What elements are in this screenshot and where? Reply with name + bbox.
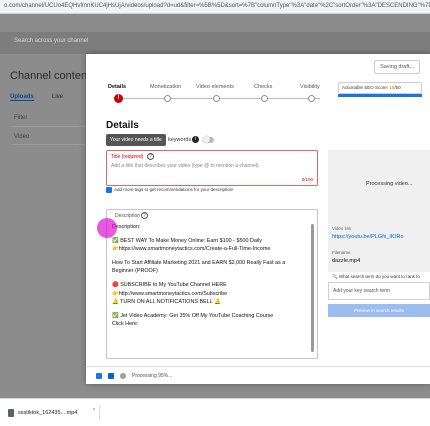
keyword-search-label-text: What search term do you want to rank fo bbox=[338, 274, 420, 279]
description-label: Description bbox=[115, 213, 141, 219]
channel-content-title: Channel content bbox=[10, 70, 91, 82]
tab-uploads[interactable]: Uploads bbox=[10, 94, 34, 101]
seo-max: /50 bbox=[394, 85, 401, 90]
file-icon bbox=[8, 409, 14, 417]
processing-status: Processing 95%... bbox=[132, 373, 173, 379]
description-scrollbar[interactable] bbox=[311, 224, 314, 352]
video-column-header: Video bbox=[14, 134, 30, 140]
upload-icon bbox=[96, 373, 102, 379]
checks-icon bbox=[120, 373, 126, 379]
seo-score-badge[interactable]: Actionable SEO Score: 10/50 bbox=[338, 82, 422, 94]
help-icon[interactable]: ? bbox=[147, 153, 154, 160]
title-char-count: 0/100 bbox=[301, 177, 313, 182]
step-dot-icon bbox=[261, 95, 268, 102]
video-link[interactable]: https://youtu.be/PLGfx_lIORo bbox=[332, 234, 404, 240]
cursor-highlight bbox=[97, 218, 117, 238]
info-icon[interactable]: i bbox=[192, 136, 199, 143]
description-line: ✅ BEST WAY To Make Money Online: Earn $1… bbox=[112, 238, 271, 253]
error-icon: ! bbox=[114, 94, 123, 103]
video-link-label: Video link bbox=[332, 226, 352, 231]
description-line: Description: bbox=[112, 224, 141, 230]
saving-draft-status: Saving draft... bbox=[374, 60, 420, 74]
keyword-search-label: 🔍 What search term do you want to rank f… bbox=[332, 274, 420, 280]
description-line: ✅ Jet Video Academy: Get 35% Off My YouT… bbox=[112, 312, 274, 327]
description-field[interactable]: Description ? Description: ✅ BEST WAY To… bbox=[106, 209, 318, 359]
description-line: 🔴 SUBSCRIBE to My YouTube Channel HERE 👉… bbox=[112, 282, 228, 305]
title-input[interactable] bbox=[111, 163, 311, 169]
step-dot-icon bbox=[308, 95, 315, 102]
hd-icon bbox=[108, 373, 114, 379]
tags-hint-text: Add more tags to get recommendations for… bbox=[114, 187, 234, 193]
step-video-elements[interactable]: Video elements bbox=[196, 84, 234, 90]
title-label: Title (required) bbox=[111, 154, 144, 160]
table-divider bbox=[12, 126, 86, 127]
filename-value: dazzle.mp4 bbox=[332, 258, 361, 264]
upload-details-dialog: Saving draft... Details Monetization Vid… bbox=[86, 54, 430, 384]
step-details[interactable]: Details bbox=[108, 84, 126, 90]
studio-search[interactable]: Search across your channel bbox=[14, 38, 88, 44]
filter-button[interactable]: Filter bbox=[14, 115, 27, 121]
step-visibility[interactable]: Visibility bbox=[300, 84, 320, 90]
table-divider bbox=[12, 144, 86, 145]
dialog-footer: Processing 95%... bbox=[86, 366, 430, 384]
seo-accent-bar bbox=[338, 94, 422, 97]
stepper-line bbox=[120, 98, 320, 99]
tags-hint[interactable]: Add more tags to get recommendations for… bbox=[106, 187, 234, 193]
filename-label: Filename bbox=[332, 250, 351, 255]
details-heading: Details bbox=[106, 120, 139, 131]
tag-icon bbox=[106, 187, 112, 193]
tab-live[interactable]: Live bbox=[52, 94, 63, 100]
download-filename: ssstiktok_162435....mp4 bbox=[18, 410, 78, 416]
step-monetization[interactable]: Monetization bbox=[150, 84, 181, 90]
keywords-label: keywords bbox=[168, 137, 192, 143]
description-textarea[interactable]: Description: ✅ BEST WAY To Make Money On… bbox=[112, 223, 308, 334]
step-dot-icon bbox=[213, 95, 220, 102]
step-dot-icon bbox=[164, 95, 171, 102]
processing-text: Processing video... bbox=[366, 181, 413, 187]
keyword-search-input[interactable] bbox=[328, 282, 430, 300]
browser-url-bar[interactable]: o.com/channel/UCUo4EQHvfmnKUC4jHsUjA/vid… bbox=[0, 0, 430, 14]
chevron-up-icon[interactable]: ^ bbox=[93, 408, 95, 414]
keywords-toggle[interactable] bbox=[203, 136, 214, 143]
description-line: How To Start Affiliate Marketing 2021 an… bbox=[112, 260, 286, 275]
seo-label: Actionable SEO Score: bbox=[342, 85, 389, 90]
help-icon[interactable]: ? bbox=[141, 212, 148, 219]
step-checks[interactable]: Checks bbox=[254, 84, 272, 90]
title-field[interactable]: Title (required) ? 0/100 bbox=[106, 150, 318, 186]
download-item[interactable]: ssstiktok_162435....mp4 ^ bbox=[4, 405, 100, 421]
download-bar: ssstiktok_162435....mp4 ^ bbox=[0, 398, 430, 426]
preview-search-button[interactable]: Preview in search results bbox=[328, 304, 430, 317]
search-icon: 🔍 bbox=[332, 274, 339, 279]
title-required-tooltip: Your video needs a title bbox=[106, 134, 166, 146]
